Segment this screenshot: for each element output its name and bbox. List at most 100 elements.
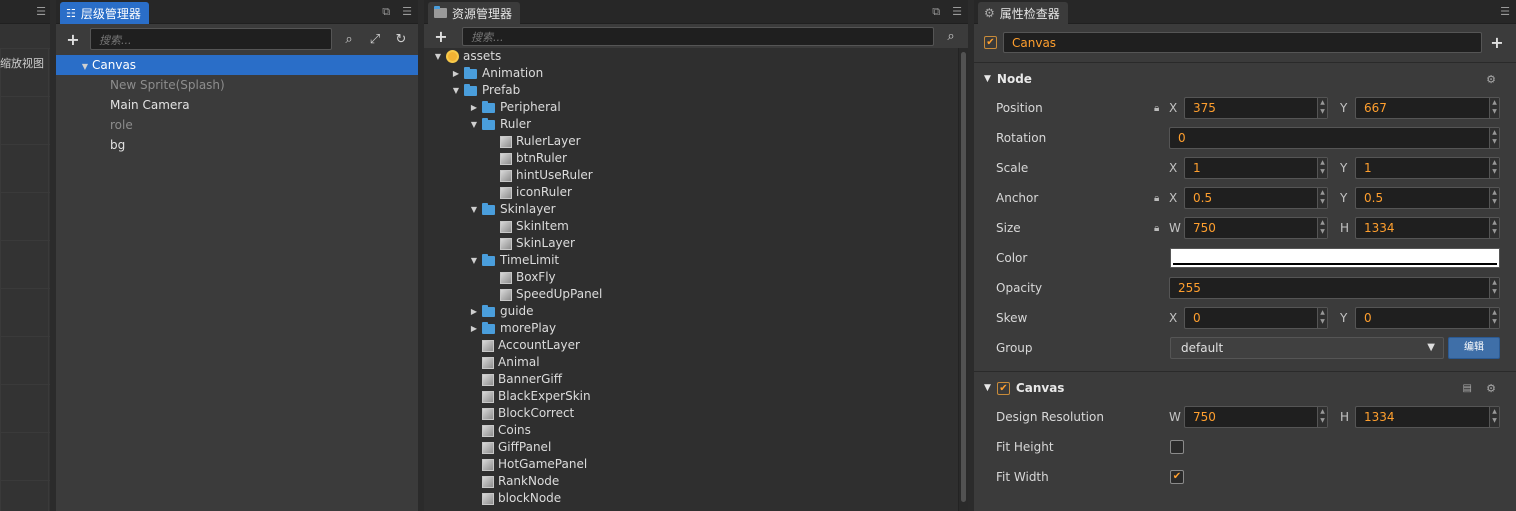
caret-right-icon[interactable]: ▶ xyxy=(466,303,482,320)
asset-item[interactable]: RulerLayer xyxy=(424,133,958,150)
expand-icon[interactable]: ⤢ xyxy=(366,32,384,47)
asset-item[interactable]: RankNode xyxy=(424,473,958,490)
asset-item[interactable]: ▼ Prefab xyxy=(424,82,958,99)
add-node-button[interactable]: + xyxy=(64,30,82,49)
lock-icon[interactable]: 🔒︎ xyxy=(1154,103,1159,114)
asset-item[interactable]: HotGamePanel xyxy=(424,456,958,473)
tab-assets[interactable]: 资源管理器 xyxy=(428,2,521,24)
asset-item[interactable]: BoxFly xyxy=(424,269,958,286)
asset-item[interactable]: ▼ Skinlayer xyxy=(424,201,958,218)
asset-item[interactable]: SkinLayer xyxy=(424,235,958,252)
rotation-input[interactable]: 0 ▲ ▼ xyxy=(1169,127,1500,149)
asset-item[interactable]: BlackExperSkin xyxy=(424,388,958,405)
anchor-x-input[interactable]: 0.5 ▲ ▼ xyxy=(1184,187,1328,209)
caret-down-icon[interactable]: ▼ xyxy=(466,201,482,218)
asset-item[interactable]: AccountLayer xyxy=(424,337,958,354)
menu-icon[interactable]: ☰ xyxy=(952,5,962,19)
opacity-input[interactable]: 255 ▲ ▼ xyxy=(1169,277,1500,299)
caret-right-icon[interactable]: ▶ xyxy=(466,99,482,116)
asset-label: TimeLimit xyxy=(500,253,560,267)
asset-item[interactable]: btnRuler xyxy=(424,150,958,167)
node-section-header[interactable]: ▼ Node ⚙ xyxy=(974,65,1516,93)
gear-icon[interactable]: ⚙ xyxy=(1486,73,1496,86)
color-picker[interactable] xyxy=(1170,248,1500,268)
assets-search-input[interactable]: 搜索... xyxy=(462,26,934,46)
caret-right-icon[interactable]: ▶ xyxy=(466,320,482,337)
asset-item[interactable]: ▼ TimeLimit xyxy=(424,252,958,269)
asset-item[interactable]: SkinItem xyxy=(424,218,958,235)
tree-node-main-camera[interactable]: Main Camera xyxy=(56,95,418,115)
search-icon[interactable]: ⌕ xyxy=(942,29,960,44)
group-select[interactable]: default ▼ xyxy=(1170,337,1444,359)
node-active-checkbox[interactable]: ✔ xyxy=(984,35,997,49)
caret-down-icon[interactable]: ▼ xyxy=(448,82,464,99)
lock-icon[interactable]: 🔒︎ xyxy=(1154,223,1159,234)
scale-y-input[interactable]: 1 ▲ ▼ xyxy=(1355,157,1500,179)
fit-width-checkbox[interactable]: ✔ xyxy=(1170,470,1184,484)
add-component-button[interactable]: + xyxy=(1488,33,1506,52)
gear-icon[interactable]: ⚙ xyxy=(1486,382,1496,395)
axis-label: X xyxy=(1169,101,1178,115)
node-name-field[interactable]: Canvas xyxy=(1003,31,1482,53)
menu-icon[interactable]: ☰ xyxy=(402,5,412,19)
tab-hierarchy[interactable]: ☷ 层级管理器 xyxy=(60,2,149,24)
tab-inspector[interactable]: ⚙ 属性检查器 xyxy=(978,2,1068,24)
tree-node-role[interactable]: role xyxy=(56,115,418,135)
caret-down-icon[interactable]: ▼ xyxy=(466,116,482,133)
caret-down-icon[interactable]: ▼ xyxy=(78,57,92,77)
design-h-input[interactable]: 1334 ▲ ▼ xyxy=(1355,406,1500,428)
asset-item[interactable]: ▶ Animation xyxy=(424,65,958,82)
asset-item[interactable]: Animal xyxy=(424,354,958,371)
size-w-input[interactable]: 750 ▲ ▼ xyxy=(1184,217,1328,239)
caret-right-icon[interactable]: ▶ xyxy=(448,65,464,82)
scale-x-input[interactable]: 1 ▲ ▼ xyxy=(1184,157,1328,179)
asset-item[interactable]: SpeedUpPanel xyxy=(424,286,958,303)
caret-down-icon[interactable]: ▼ xyxy=(430,48,446,65)
canvas-enabled-checkbox[interactable]: ✔ xyxy=(996,381,1010,395)
menu-icon[interactable]: ☰ xyxy=(1500,5,1510,18)
search-icon[interactable]: ⌕ xyxy=(340,32,358,47)
zoom-view-label[interactable]: 缩放视图 xyxy=(0,55,44,71)
asset-item[interactable]: iconRuler xyxy=(424,184,958,201)
refresh-icon[interactable]: ↻ xyxy=(392,32,410,47)
asset-item[interactable]: BannerGiff xyxy=(424,371,958,388)
design-w-input[interactable]: 750 ▲ ▼ xyxy=(1184,406,1328,428)
anchor-y-input[interactable]: 0.5 ▲ ▼ xyxy=(1355,187,1500,209)
section-title: Node xyxy=(996,72,1032,86)
asset-label: blockNode xyxy=(498,491,562,505)
hierarchy-search-input[interactable]: 搜索... xyxy=(90,28,332,50)
asset-item[interactable]: ▼ Ruler xyxy=(424,116,958,133)
menu-icon[interactable]: ☰ xyxy=(36,5,46,18)
asset-item[interactable]: ▶ morePlay xyxy=(424,320,958,337)
scrollbar-thumb[interactable] xyxy=(961,52,966,502)
tree-node-canvas[interactable]: ▼ Canvas xyxy=(56,55,418,75)
tree-node-splash[interactable]: New Sprite(Splash) xyxy=(56,75,418,95)
position-x-input[interactable]: 375 ▲ ▼ xyxy=(1184,97,1328,119)
asset-item[interactable]: ▶ guide xyxy=(424,303,958,320)
edit-group-button[interactable]: 编辑 xyxy=(1448,337,1500,359)
maximize-icon[interactable]: ⧉ xyxy=(382,5,390,19)
add-asset-button[interactable]: + xyxy=(432,27,450,46)
skew-y-input[interactable]: 0 ▲ ▼ xyxy=(1355,307,1500,329)
help-book-icon[interactable]: ▤ xyxy=(1463,383,1472,394)
skew-x-input[interactable]: 0 ▲ ▼ xyxy=(1184,307,1328,329)
prefab-icon xyxy=(500,271,512,284)
asset-scrollbar[interactable] xyxy=(958,48,968,511)
asset-item[interactable]: ▶ Peripheral xyxy=(424,99,958,116)
tree-node-bg[interactable]: bg xyxy=(56,135,418,155)
lock-icon[interactable]: 🔒︎ xyxy=(1154,193,1159,204)
asset-item[interactable]: blockNode xyxy=(424,490,958,507)
position-y-input[interactable]: 667 ▲ ▼ xyxy=(1355,97,1500,119)
asset-item[interactable]: GiffPanel xyxy=(424,439,958,456)
asset-item[interactable]: BlockCorrect xyxy=(424,405,958,422)
size-h-input[interactable]: 1334 ▲ ▼ xyxy=(1355,217,1500,239)
asset-item[interactable]: hintUseRuler xyxy=(424,167,958,184)
canvas-section-header[interactable]: ▼ ✔ Canvas ▤ ⚙ xyxy=(974,374,1516,402)
prop-fit-width: Fit Width ✔ xyxy=(974,462,1516,492)
prop-scale: Scale X 1 ▲ ▼ Y 1 ▲ ▼ xyxy=(974,153,1516,183)
maximize-icon[interactable]: ⧉ xyxy=(932,5,940,19)
asset-item[interactable]: Coins xyxy=(424,422,958,439)
fit-height-checkbox[interactable] xyxy=(1170,440,1184,454)
asset-item[interactable]: ▼ assets xyxy=(424,48,958,65)
caret-down-icon[interactable]: ▼ xyxy=(466,252,482,269)
